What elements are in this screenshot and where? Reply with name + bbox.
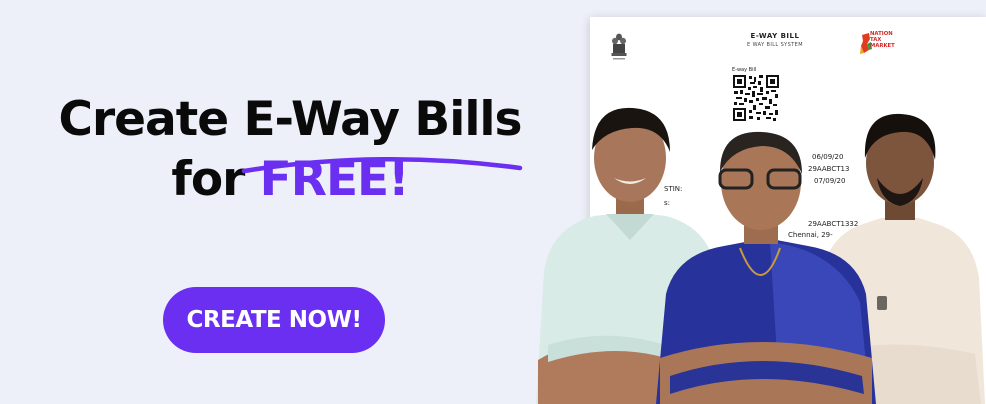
- create-now-button[interactable]: CREATE NOW!: [163, 287, 385, 353]
- headline-line-1-highlight: E-Way Bills: [243, 92, 522, 147]
- qr-label: E-way Bill: [732, 67, 757, 73]
- logo-text: NATION TAX MARKET: [870, 31, 910, 49]
- logo-text-line-3: MARKET: [870, 43, 895, 49]
- document-title: E-WAY BILL: [750, 32, 800, 40]
- state-emblem-icon: [611, 33, 627, 60]
- qr-code-icon: [733, 75, 779, 121]
- document-subtitle: E WAY BILL SYSTEM: [747, 42, 803, 48]
- headline-line-1-prefix: Create: [58, 92, 244, 147]
- person-woman-center: [656, 131, 876, 404]
- headline-line-1: Create E-Way Bills: [20, 90, 560, 150]
- eway-bill-banner[interactable]: Create E-Way Bills for FREE! CREATE NOW!…: [0, 0, 986, 404]
- headline-underline-swoosh: [241, 156, 523, 174]
- headline: Create E-Way Bills for FREE!: [20, 90, 560, 210]
